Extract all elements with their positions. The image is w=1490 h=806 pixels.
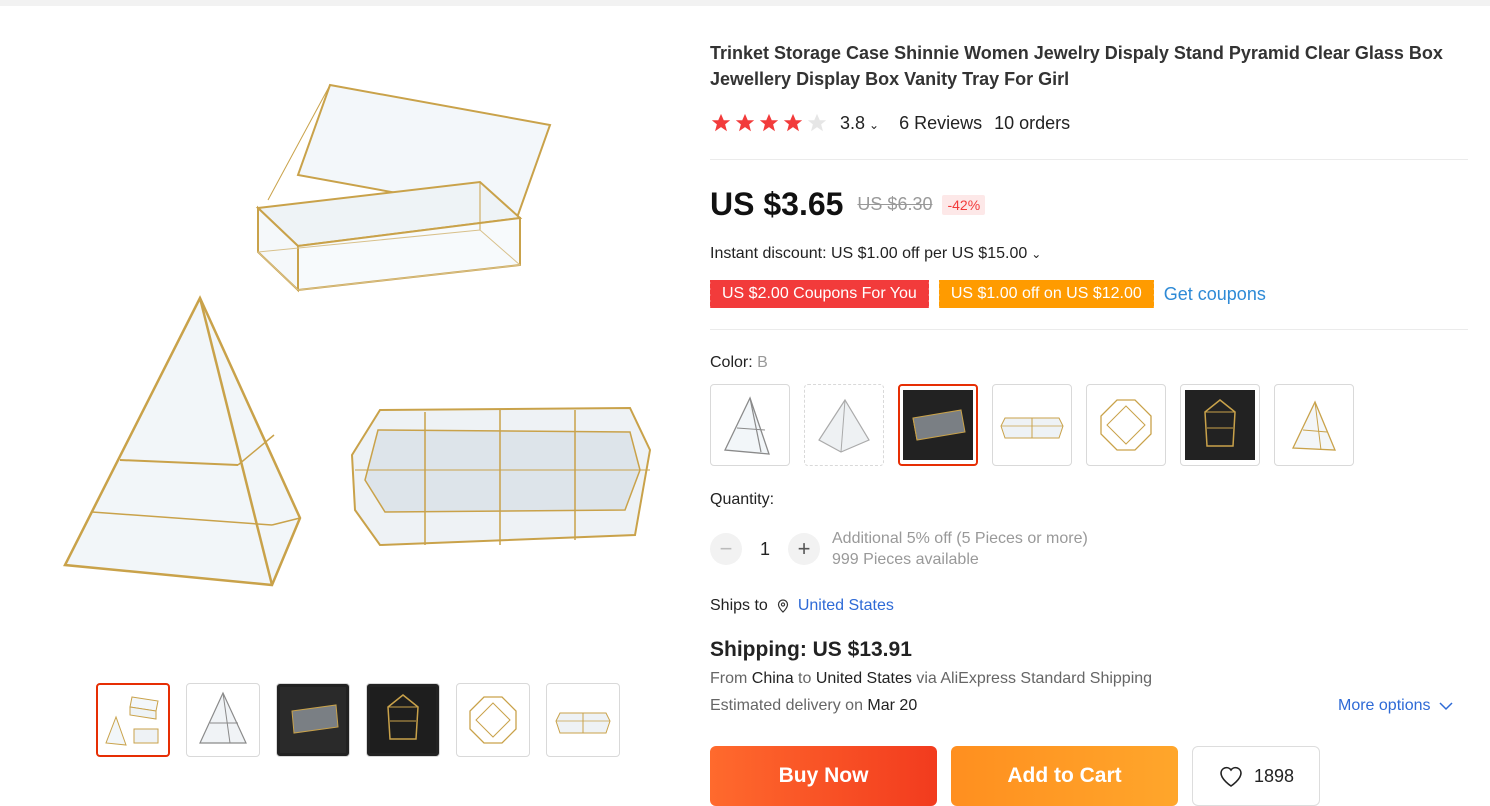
purchase-actions: Buy Now Add to Cart 1898 (710, 746, 1320, 806)
price-row: US $3.65 US $6.30 -42% (710, 186, 986, 223)
more-options-text: More options (1338, 697, 1431, 714)
buy-now-button[interactable]: Buy Now (710, 746, 937, 806)
swatch-geo-dark-image (1185, 390, 1255, 460)
thumbnail-pyramid[interactable] (186, 683, 260, 757)
coupons-row: US $2.00 Coupons For You US $1.00 off on… (708, 280, 1266, 308)
orders-count: 10 orders (994, 112, 1071, 133)
instant-discount-text: Instant discount: US $1.00 off per US $1… (710, 245, 1028, 262)
product-info: Trinket Storage Case Shinnie Women Jewel… (708, 40, 1470, 806)
divider (710, 329, 1468, 330)
thumbnail-set[interactable] (96, 683, 170, 757)
coupon-red[interactable]: US $2.00 Coupons For You (708, 280, 929, 308)
thumbnail-geo-dark[interactable] (366, 683, 440, 757)
rating-stars (710, 112, 828, 134)
shipping-price: Shipping: US $13.91 (710, 638, 912, 661)
star-icon (735, 113, 755, 132)
from-country: China (751, 670, 794, 687)
star-icon (783, 113, 803, 132)
estimated-delivery: Estimated delivery on Mar 20 (710, 697, 917, 715)
rating-value[interactable]: 3.8 ⌄ (840, 113, 879, 134)
star-icon (759, 113, 779, 132)
top-bar (0, 0, 1490, 6)
chevron-down-icon: ⌄ (1031, 247, 1042, 261)
color-selected-value: B (757, 354, 768, 371)
coupon-orange[interactable]: US $1.00 off on US $12.00 (936, 280, 1154, 308)
wishlist-count: 1898 (1253, 765, 1295, 786)
reviews-link[interactable]: 6 Reviews (899, 113, 982, 134)
product-title: Trinket Storage Case Shinnie Women Jewel… (710, 43, 1443, 89)
shipping-route: From China to United States via AliExpre… (710, 670, 1152, 688)
quantity-row: − 1 + Additional 5% off (5 Pieces or mor… (710, 528, 1088, 570)
chevron-down-icon: ⌄ (869, 117, 880, 132)
instant-discount[interactable]: Instant discount: US $1.00 off per US $1… (710, 245, 1041, 263)
ships-to-label: Ships to (710, 597, 768, 614)
thumbnail-tray[interactable] (546, 683, 620, 757)
swatch-pyramid-gray[interactable] (804, 384, 884, 466)
shipping-method: via AliExpress Standard Shipping (916, 670, 1153, 687)
color-label: Color: B (710, 354, 768, 372)
star-empty-icon (807, 113, 827, 132)
stock-available: 999 Pieces available (832, 551, 979, 568)
current-price: US $3.65 (710, 186, 844, 222)
location-pin-icon (777, 599, 788, 613)
star-icon (711, 113, 731, 132)
est-date: Mar 20 (867, 697, 918, 714)
to-country: United States (815, 670, 912, 687)
ships-to-country-link[interactable]: United States (798, 597, 894, 615)
thumbnail-strip (96, 683, 620, 757)
swatch-pyramid-gold-small[interactable] (1274, 384, 1354, 466)
wishlist-button[interactable]: 1898 (1192, 746, 1320, 806)
quantity-decrease-button[interactable]: − (710, 533, 742, 565)
color-swatches (710, 384, 1354, 466)
swatch-tray-clear[interactable] (992, 384, 1072, 466)
get-coupons-link[interactable]: Get coupons (1164, 284, 1266, 305)
to-word: to (798, 670, 812, 687)
est-prefix: Estimated delivery on (710, 697, 863, 714)
heart-icon (1220, 766, 1242, 787)
quantity-label: Quantity: (710, 491, 775, 508)
swatch-octagon-clear[interactable] (1086, 384, 1166, 466)
swatch-pyramid-gold[interactable] (710, 384, 790, 466)
from-prefix: From (710, 670, 748, 687)
swatch-geo-dark[interactable] (1180, 384, 1260, 466)
divider (710, 159, 1468, 160)
swatch-box-dark-image (903, 390, 973, 460)
quantity-increase-button[interactable]: + (788, 533, 820, 565)
main-product-image[interactable] (40, 40, 680, 660)
add-to-cart-button[interactable]: Add to Cart (951, 746, 1178, 806)
thumbnail-octagon[interactable] (456, 683, 530, 757)
chevron-down-icon (1438, 702, 1453, 711)
quantity-notes: Additional 5% off (5 Pieces or more) 999… (832, 528, 1088, 570)
discount-badge: -42% (942, 194, 986, 215)
original-price: US $6.30 (857, 194, 933, 214)
thumbnail-box-dark[interactable] (276, 683, 350, 757)
quantity-value[interactable]: 1 (742, 539, 788, 560)
rating-row: 3.8 ⌄ 6 Reviews 10 orders (710, 112, 1070, 134)
swatch-box-dark[interactable] (898, 384, 978, 466)
color-label-text: Color: (710, 354, 758, 371)
rating-number: 3.8 (840, 112, 866, 133)
ships-to-row: Ships to United States (710, 597, 894, 615)
bulk-discount-note: Additional 5% off (5 Pieces or more) (832, 530, 1088, 547)
more-options-link[interactable]: More options (1338, 697, 1453, 715)
